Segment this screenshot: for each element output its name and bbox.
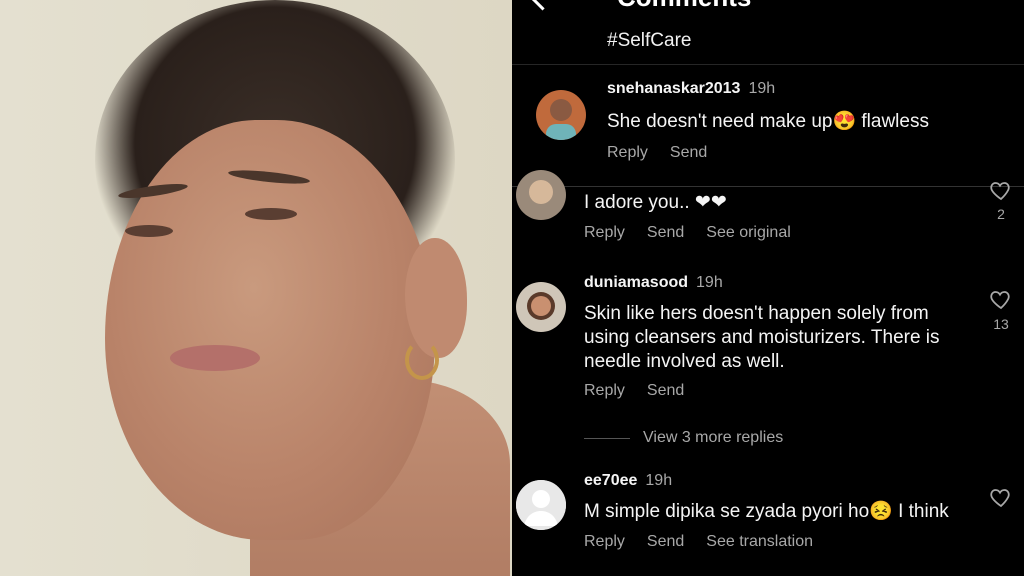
reply-button[interactable]: Reply bbox=[584, 533, 625, 550]
photo-face bbox=[105, 120, 435, 540]
comments-panel: Comments #SelfCare snehanaskar2013 19h Sh… bbox=[512, 0, 1024, 576]
comment-text: M simple dipika se zyada pyori ho😣 I thi… bbox=[584, 501, 949, 522]
comment-actions: Reply Send See translation bbox=[584, 533, 835, 551]
username-text[interactable]: snehanaskar2013 bbox=[607, 80, 740, 97]
avatar[interactable] bbox=[516, 170, 566, 220]
post-photo bbox=[0, 0, 512, 576]
reply-button[interactable]: Reply bbox=[584, 224, 625, 241]
view-replies-button[interactable]: View 3 more replies bbox=[643, 429, 783, 447]
photo-left-eye bbox=[125, 225, 173, 237]
like-count: 13 bbox=[993, 316, 1009, 332]
heart-outline-icon[interactable] bbox=[989, 485, 1013, 509]
replies-line bbox=[584, 438, 630, 439]
avatar[interactable] bbox=[516, 282, 566, 332]
comment-text: I adore you.. ❤❤ bbox=[584, 192, 727, 213]
send-button[interactable]: Send bbox=[647, 533, 684, 550]
photo-right-eye bbox=[245, 208, 297, 220]
comment-actions: Reply Send bbox=[607, 144, 729, 162]
comment-username[interactable]: ee70ee 19h bbox=[584, 472, 672, 490]
reply-button[interactable]: Reply bbox=[607, 144, 648, 161]
back-arrow-icon[interactable] bbox=[530, 0, 555, 11]
comment-text: Skin like hers doesn't happen solely fro… bbox=[584, 303, 940, 372]
comment-actions: Reply Send See original bbox=[584, 224, 813, 242]
heart-outline-icon[interactable] bbox=[989, 178, 1013, 202]
send-button[interactable]: Send bbox=[647, 382, 684, 399]
send-button[interactable]: Send bbox=[670, 144, 707, 161]
reply-button[interactable]: Reply bbox=[584, 382, 625, 399]
username-text[interactable]: ee70ee bbox=[584, 472, 637, 489]
comment-username[interactable]: snehanaskar2013 19h bbox=[607, 80, 775, 98]
like-count: 2 bbox=[997, 206, 1005, 222]
send-button[interactable]: Send bbox=[647, 224, 684, 241]
comment-time: 19h bbox=[748, 80, 776, 97]
comment-time: 19h bbox=[645, 472, 673, 489]
caption-divider bbox=[512, 64, 1024, 65]
section-divider bbox=[512, 186, 1024, 187]
comment-username[interactable]: duniamasood 19h bbox=[584, 274, 723, 292]
heart-outline-icon[interactable] bbox=[989, 287, 1013, 311]
see-translation-button[interactable]: See translation bbox=[706, 533, 813, 550]
username-text[interactable]: duniamasood bbox=[584, 274, 688, 291]
comment-actions: Reply Send bbox=[584, 382, 706, 400]
comment-text: She doesn't need make up😍 flawless bbox=[607, 111, 929, 132]
avatar[interactable] bbox=[516, 480, 566, 530]
photo-mouth bbox=[170, 345, 260, 371]
photo-ear bbox=[405, 238, 467, 358]
see-original-button[interactable]: See original bbox=[706, 224, 791, 241]
photo-earring bbox=[405, 340, 439, 380]
page-title: Comments bbox=[617, 0, 751, 13]
avatar[interactable] bbox=[536, 90, 586, 140]
comment-time: 19h bbox=[696, 274, 723, 291]
caption-hashtag[interactable]: #SelfCare bbox=[607, 30, 692, 52]
top-bar: Comments bbox=[512, 0, 1024, 12]
